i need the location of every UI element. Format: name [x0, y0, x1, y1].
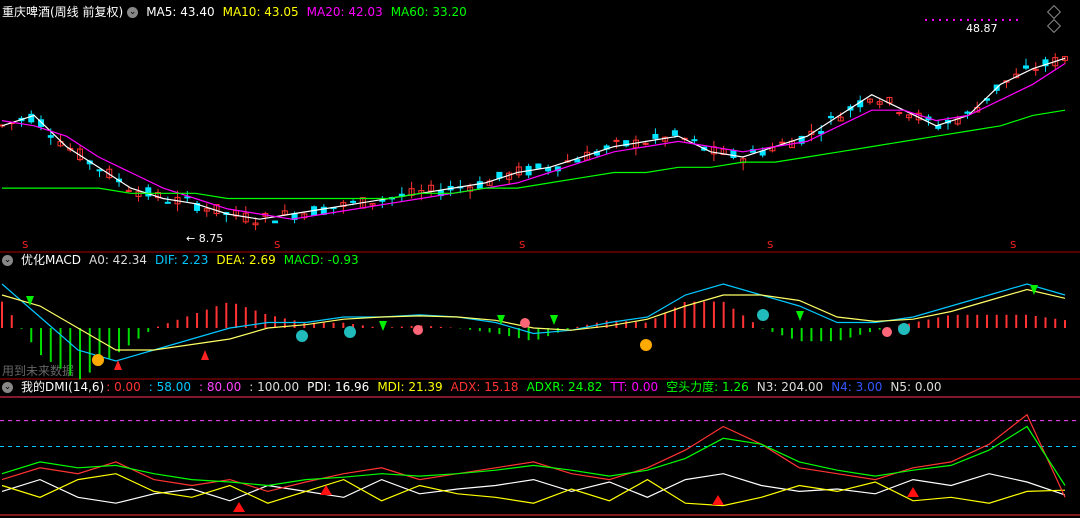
dmi-up-triangle-3	[907, 487, 919, 497]
s-mark-1: S	[274, 240, 280, 251]
diamond-signal-icon-2	[882, 327, 892, 337]
candle-body	[671, 130, 678, 136]
dmi-up-triangle-0	[233, 502, 245, 512]
high-price-label: 48.87	[966, 22, 998, 35]
candle-body	[691, 139, 698, 142]
candle-body	[730, 149, 737, 158]
candle-body	[574, 159, 581, 163]
candle-body	[1022, 65, 1029, 69]
down-arrow-icon-1	[379, 321, 387, 331]
teal-signal-icon-0	[296, 330, 308, 342]
dmi-line-PDI	[1, 473, 1066, 504]
low-price-label: ← 8.75	[186, 232, 223, 245]
candle-body	[350, 200, 357, 203]
candle-body	[96, 169, 103, 172]
candle-body	[164, 201, 171, 204]
candle-body	[827, 115, 834, 119]
up-arrow-icon-0	[114, 360, 122, 370]
chart-canvas[interactable]: 48.87 ← 8.75 S S S S S	[0, 0, 1080, 518]
s-mark-0: S	[22, 240, 28, 251]
candle-body	[652, 133, 659, 139]
teal-signal-icon-1	[344, 326, 356, 338]
macd-dea-line	[1, 288, 1066, 351]
candle-body	[535, 163, 542, 169]
dmi-line-ADX	[1, 413, 1066, 498]
down-arrow-icon-4	[796, 311, 804, 321]
ma-line-MA5	[1, 57, 1066, 220]
candle-body	[779, 141, 786, 144]
candle-body	[642, 142, 649, 145]
buy-signal-icon-1	[640, 339, 652, 351]
candle-body	[964, 111, 971, 114]
candle-body	[272, 220, 279, 224]
candle-body	[379, 199, 386, 202]
buy-signal-icon-0	[92, 354, 104, 366]
diamond-signal-icon-1	[520, 318, 530, 328]
ma-line-MA60	[2, 109, 1066, 200]
dmi-up-triangle-2	[712, 495, 724, 505]
s-mark-2: S	[519, 240, 525, 251]
dmi-line-ADXR	[1, 425, 1066, 487]
candle-body	[896, 112, 903, 115]
candle-body	[476, 181, 483, 189]
diamond-signal-icon-0	[413, 325, 423, 335]
up-arrow-icon-1	[201, 350, 209, 360]
teal-signal-icon-2	[757, 309, 769, 321]
teal-signal-icon-3	[898, 323, 910, 335]
s-mark-4: S	[1010, 240, 1016, 251]
s-mark-3: S	[767, 240, 773, 251]
dmi-line-MDI	[1, 473, 1066, 507]
down-arrow-icon-3	[550, 315, 558, 325]
candle-body	[613, 139, 620, 142]
candle-body	[47, 135, 54, 138]
